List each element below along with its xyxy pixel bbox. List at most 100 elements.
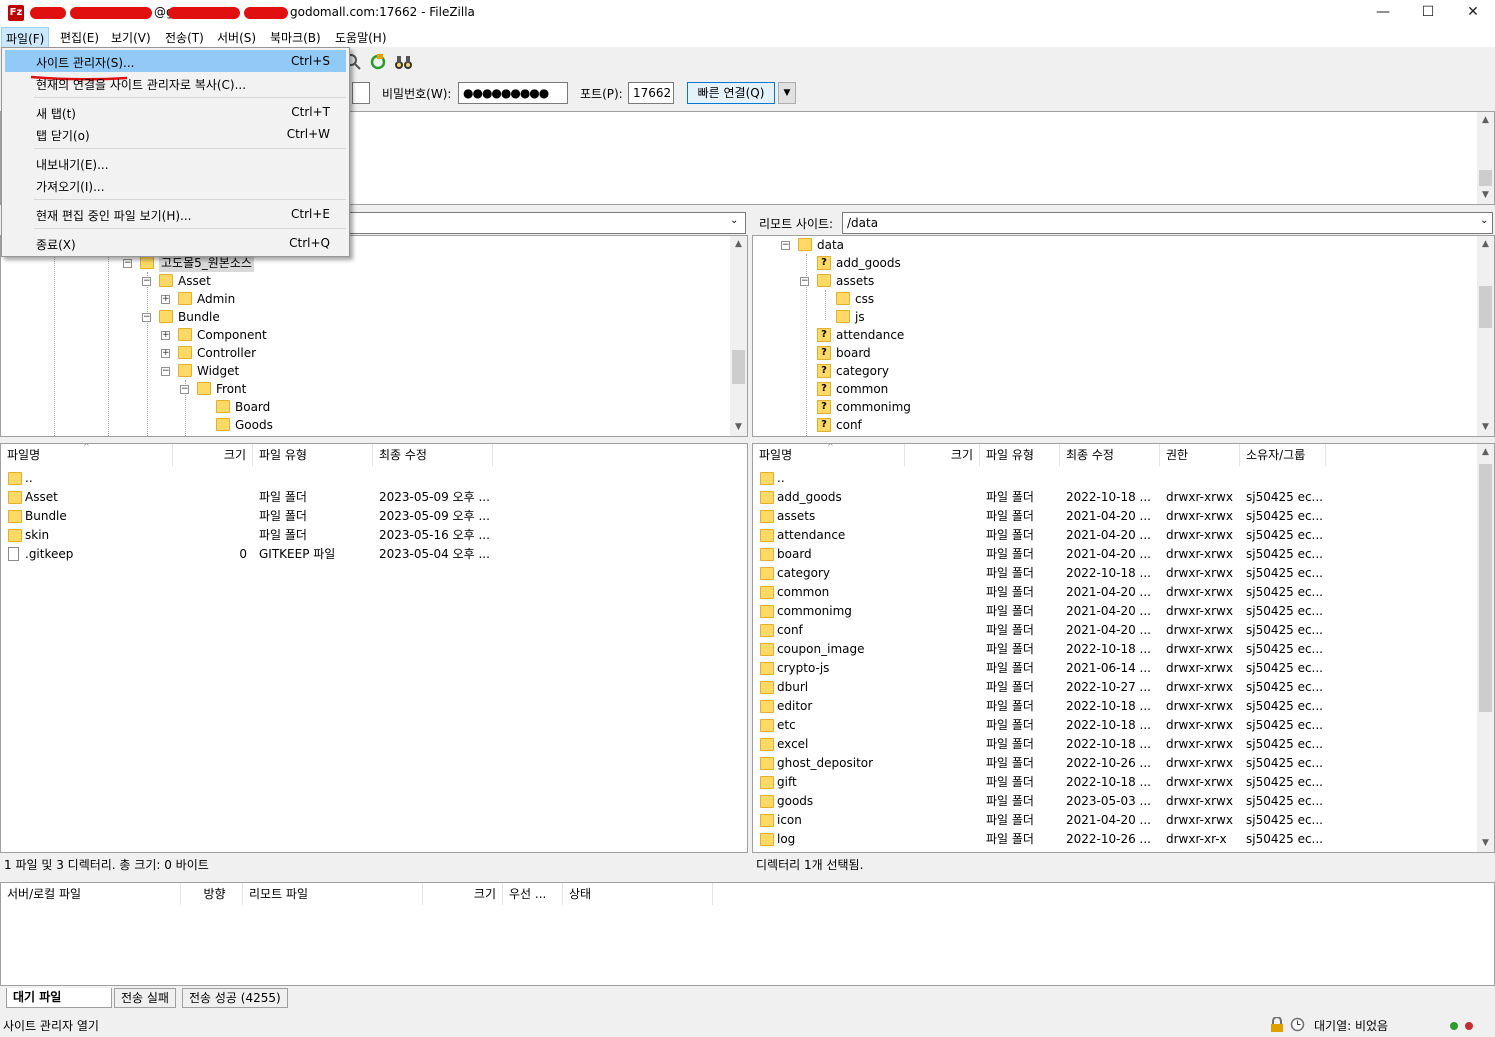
table-row[interactable]: category 파일 폴더 2022-10-18 ... drwxr-xrwx sj5… [753,564,1494,583]
table-row[interactable]: ghost_depositor 파일 폴더 2022-10-26 ... drwxr-… [753,754,1494,773]
table-row[interactable]: Bundle 파일 폴더 2023-05-09 오후 ... [1,507,747,526]
column-type[interactable]: 파일 유형 [980,444,1060,466]
folder-icon [216,418,230,431]
column-modified[interactable]: 최종 수정 [373,444,493,466]
cell-modified: 2022-10-18 ... [1066,699,1151,713]
table-row[interactable]: attendance 파일 폴더 2021-04-20 ... drwxr-xrwx s… [753,526,1494,545]
menu-edited-files[interactable]: 현재 편집 중인 파일 보기(H)... Ctrl+E [5,203,346,225]
password-field[interactable]: ●●●●●●●●● [458,82,568,104]
cell-owner: sj50425 ec... [1246,528,1323,542]
remote-tree-scrollbar[interactable]: ▲ ▼ [1477,236,1494,436]
menu-exit[interactable]: 종료(X) Ctrl+Q [5,232,346,254]
chevron-down-icon[interactable]: ⌄ [730,215,738,226]
transfer-queue[interactable]: 서버/로컬 파일 방향 리모트 파일 크기 우선 ... 상태 [0,882,1495,986]
column-status[interactable]: 상태 [563,883,713,905]
local-path-input[interactable] [340,212,746,234]
table-row[interactable]: Asset 파일 폴더 2023-05-09 오후 ... [1,488,747,507]
table-row[interactable]: conf 파일 폴더 2021-04-20 ... drwxr-xrwx sj50425… [753,621,1494,640]
menu-edit[interactable]: 편집(E) [60,29,99,46]
table-row[interactable]: crypto-js 파일 폴더 2021-06-14 ... drwxr-xrwx sj… [753,659,1494,678]
table-row[interactable]: assets 파일 폴더 2021-04-20 ... drwxr-xrwx sj504… [753,507,1494,526]
remote-list-scrollbar[interactable]: ▲ ▼ [1477,444,1494,852]
scroll-up-icon[interactable]: ▲ [730,236,747,253]
menu-new-tab[interactable]: 새 탭(t) Ctrl+T [5,101,346,123]
column-direction[interactable]: 방향 [181,883,243,905]
column-size[interactable]: 크기 [423,883,503,905]
table-row[interactable]: board 파일 폴더 2021-04-20 ... drwxr-xrwx sj5042… [753,545,1494,564]
binoculars-icon[interactable] [394,53,412,71]
quickconnect-history-dropdown[interactable]: ▼ [778,82,796,104]
menu-import[interactable]: 가져오기(I)... [5,174,346,196]
port-field[interactable]: 17662 [628,82,674,104]
cell-name: log [777,832,796,846]
column-local-file[interactable]: 서버/로컬 파일 [1,883,181,905]
scroll-thumb[interactable] [732,350,745,384]
menu-help[interactable]: 도움말(H) [335,29,387,46]
table-row[interactable]: log 파일 폴더 2022-10-26 ... drwxr-xr-x sj50425 … [753,830,1494,849]
unknown-folder-icon: ? [817,418,831,432]
remote-path-input[interactable]: /data [842,212,1493,234]
refresh-icon[interactable] [369,53,387,71]
table-row[interactable]: add_goods 파일 폴더 2022-10-18 ... drwxr-xrwx sj… [753,488,1494,507]
tab-successful-transfers[interactable]: 전송 성공 (4255) [182,988,288,1008]
close-button[interactable]: ✕ [1450,0,1495,26]
scroll-thumb[interactable] [1479,170,1492,186]
scroll-up-icon[interactable]: ▲ [1477,444,1494,461]
scroll-down-icon[interactable]: ▼ [1477,419,1494,436]
table-row[interactable]: excel 파일 폴더 2022-10-18 ... drwxr-xrwx sj5042… [753,735,1494,754]
file-icon [8,547,19,561]
menu-bookmarks[interactable]: 북마크(B) [270,29,321,46]
table-row[interactable]: coupon_image 파일 폴더 2022-10-18 ... drwxr-xrw… [753,640,1494,659]
username-field[interactable] [352,82,370,104]
table-row[interactable]: .. [753,469,1494,488]
scroll-thumb[interactable] [1479,286,1492,328]
table-row[interactable]: editor 파일 폴더 2022-10-18 ... drwxr-xrwx sj504… [753,697,1494,716]
tab-failed-transfers[interactable]: 전송 실패 [114,988,176,1008]
column-size[interactable]: 크기 [905,444,980,466]
column-remote-file[interactable]: 리모트 파일 [243,883,423,905]
column-size[interactable]: 크기 [173,444,253,466]
scroll-thumb[interactable] [1479,464,1492,712]
menu-view[interactable]: 보기(V) [111,29,151,46]
column-modified[interactable]: 최종 수정 [1060,444,1160,466]
menu-site-manager[interactable]: 사이트 관리자(S)... Ctrl+S [5,50,346,72]
menu-close-tab[interactable]: 탭 닫기(o) Ctrl+W [5,123,346,145]
scroll-down-icon[interactable]: ▼ [730,419,747,436]
local-file-list[interactable]: 파일명 ^ 크기 파일 유형 최종 수정 .. Asset 파일 폴더 2023-05… [0,443,748,853]
menu-transfer[interactable]: 전송(T) [165,29,204,46]
menu-server[interactable]: 서버(S) [217,29,256,46]
local-directory-tree[interactable]: − 고도몰5_원본소스 − Asset + Admin − Bundle + C… [0,235,748,437]
minimize-button[interactable]: — [1360,0,1406,26]
local-tree-scrollbar[interactable]: ▲ ▼ [730,236,747,436]
remote-directory-tree[interactable]: − data ? add_goods − assets css js ? att… [752,235,1495,437]
table-row[interactable]: commonimg 파일 폴더 2021-04-20 ... drwxr-xrwx sj… [753,602,1494,621]
cell-name: excel [777,737,809,751]
scroll-up-icon[interactable]: ▲ [1477,236,1494,253]
scroll-up-icon[interactable]: ▲ [1477,112,1494,129]
table-row[interactable]: etc 파일 폴더 2022-10-18 ... drwxr-xrwx sj50425 … [753,716,1494,735]
scroll-down-icon[interactable]: ▼ [1477,187,1494,204]
column-owner[interactable]: 소유자/그룹 [1240,444,1326,466]
table-row[interactable]: .. [1,469,747,488]
column-priority[interactable]: 우선 ... [503,883,563,905]
column-type[interactable]: 파일 유형 [253,444,373,466]
filezilla-icon[interactable]: Fz [8,5,24,21]
menu-export[interactable]: 내보내기(E)... [5,152,346,174]
table-row[interactable]: skin 파일 폴더 2023-05-16 오후 ... [1,526,747,545]
table-row[interactable]: goods 파일 폴더 2023-05-03 ... drwxr-xrwx sj5042… [753,792,1494,811]
quickconnect-button[interactable]: 빠른 연결(Q) [687,82,775,104]
table-row[interactable]: dburl 파일 폴더 2022-10-27 ... drwxr-xrwx sj5042… [753,678,1494,697]
table-row[interactable]: icon 파일 폴더 2021-04-20 ... drwxr-xrwx sj50425… [753,811,1494,830]
table-row[interactable]: gift 파일 폴더 2022-10-18 ... drwxr-xrwx sj50425… [753,773,1494,792]
menu-copy-connection[interactable]: 현재의 연결을 사이트 관리자로 복사(C)... [5,72,346,94]
table-row[interactable]: common 파일 폴더 2021-04-20 ... drwxr-xrwx sj504… [753,583,1494,602]
maximize-button[interactable]: ☐ [1405,0,1451,26]
scroll-down-icon[interactable]: ▼ [1477,835,1494,852]
log-scrollbar[interactable]: ▲ ▼ [1477,112,1494,204]
table-row[interactable]: .gitkeep 0 GITKEEP 파일 2023-05-04 오후 ... [1,545,747,564]
cell-type: 파일 폴더 [986,642,1034,656]
remote-file-list[interactable]: 파일명 ^ 크기 파일 유형 최종 수정 권한 소유자/그룹 .. add_goo… [752,443,1495,853]
chevron-down-icon[interactable]: ⌄ [1480,215,1488,226]
column-permissions[interactable]: 권한 [1160,444,1240,466]
tab-queued-files[interactable]: 대기 파일 [6,988,112,1008]
